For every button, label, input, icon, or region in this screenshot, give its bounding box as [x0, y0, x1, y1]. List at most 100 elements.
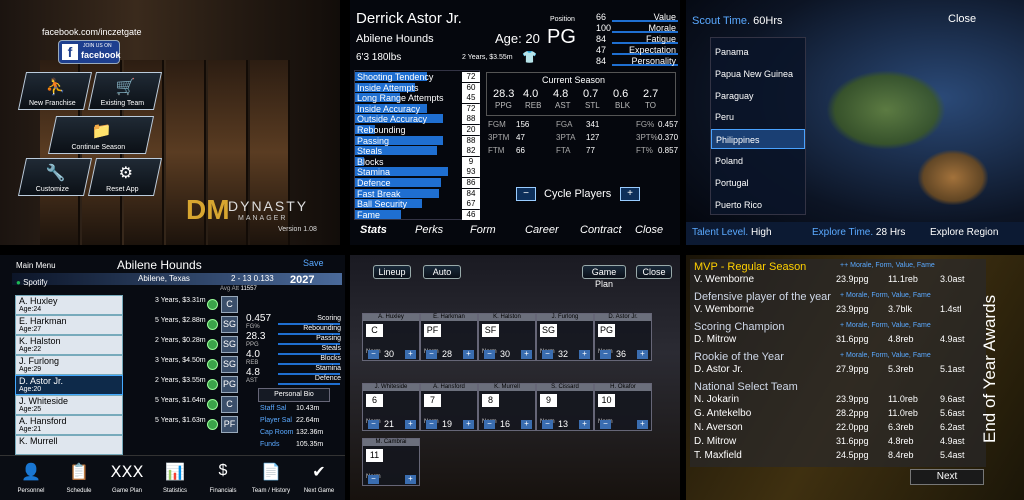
player-slot[interactable]: K. HalstonSFNorm−30+	[478, 313, 536, 361]
plus-button[interactable]: +	[637, 420, 648, 429]
shooting-cell: FG%	[636, 120, 655, 129]
new-franchise-button[interactable]: ⛹ New Franchise	[17, 72, 93, 110]
nav-personnel[interactable]: 👤 Personnel	[8, 456, 54, 500]
minus-button[interactable]: −	[426, 350, 437, 359]
financials-icon: $	[218, 462, 228, 479]
player-contract: 2 Years, $3.55m	[155, 377, 206, 384]
roster-row[interactable]: K. Murrell	[15, 435, 243, 455]
plus-button[interactable]: +	[463, 350, 474, 359]
tab-stats[interactable]: Stats	[360, 224, 387, 236]
skill-value: 88	[462, 135, 480, 146]
finance-label: Staff Sal	[260, 405, 287, 412]
roster-row[interactable]: K. Halston Age:22 2 Years, $0.28m SG	[15, 335, 243, 355]
customize-button[interactable]: 🔧 Customize	[17, 158, 93, 196]
country-item[interactable]: Portugal	[711, 173, 805, 193]
personal-bio-button[interactable]: Personal Bio	[258, 388, 330, 402]
player-name: Derrick Astor Jr.	[356, 10, 462, 27]
plus-button[interactable]: +	[637, 350, 648, 359]
minus-button[interactable]: −	[368, 475, 379, 484]
cycle-prev-button[interactable]: −	[516, 187, 536, 201]
reset-app-button[interactable]: ⚙ Reset App	[87, 158, 163, 196]
minus-button[interactable]: −	[542, 420, 553, 429]
continue-season-button[interactable]: 📁 Continue Season	[47, 116, 155, 154]
country-item[interactable]: Papua New Guinea	[711, 64, 805, 84]
roster-row[interactable]: A. Hansford Age:21 5 Years, $1.63m PF	[15, 415, 243, 435]
close-button[interactable]: Close	[636, 265, 672, 279]
country-item[interactable]: Poland	[711, 151, 805, 171]
player-slot[interactable]: J. FurlongSGNorm−32+	[536, 313, 594, 361]
explore-region-button[interactable]: Explore Region	[930, 227, 998, 238]
award-stat: 6.3reb	[888, 422, 914, 432]
auto-button[interactable]: Auto	[423, 265, 461, 279]
roster-row[interactable]: E. Harkman Age:27 5 Years, $2.88m SG	[15, 315, 243, 335]
country-item[interactable]: Paraguay	[711, 86, 805, 106]
plus-button[interactable]: +	[521, 420, 532, 429]
minus-button[interactable]: −	[368, 420, 379, 429]
spotify-icon[interactable]: ● Spotify	[16, 278, 48, 287]
cycle-next-button[interactable]: +	[620, 187, 640, 201]
nav-team-history[interactable]: 📄 Team / History	[248, 456, 294, 500]
player-slot[interactable]: M. Cambrai11Norm−+	[362, 438, 420, 486]
save-button[interactable]: Save	[303, 258, 324, 268]
player-slot[interactable]: A. HuxleyCNorm−30+	[362, 313, 420, 361]
basketball-icon: ⛹	[45, 79, 66, 96]
new-franchise-label: New Franchise	[28, 100, 76, 107]
player-slot[interactable]: E. HarkmanPFNorm−28+	[420, 313, 478, 361]
player-slot[interactable]: H. Okafor10Norm−+	[594, 383, 652, 431]
player-slot[interactable]: K. Murrell8Norm−16+	[478, 383, 536, 431]
roster-row[interactable]: J. Whiteside Age:25 5 Years, $1.64m C	[15, 395, 243, 415]
plus-button[interactable]: +	[521, 350, 532, 359]
next-button[interactable]: Next	[910, 469, 984, 485]
player-slot[interactable]: J. Whiteside6Norm−21+	[362, 383, 420, 431]
plus-button[interactable]: +	[405, 475, 416, 484]
plus-button[interactable]: +	[405, 350, 416, 359]
player-slot[interactable]: S. Cissard9Norm−13+	[536, 383, 594, 431]
tab-contract[interactable]: Contract	[580, 224, 622, 236]
minus-button[interactable]: −	[484, 350, 495, 359]
tab-close[interactable]: Close	[635, 224, 663, 236]
country-item[interactable]: Philippines	[711, 129, 805, 150]
tab-perks[interactable]: Perks	[415, 224, 443, 236]
game-plan-button[interactable]: Game Plan	[582, 265, 626, 289]
plus-button[interactable]: +	[579, 420, 590, 429]
season-stat-value: 0.7	[583, 88, 599, 100]
roster-row[interactable]: A. Huxley Age:24 3 Years, $3.31m C	[15, 295, 243, 315]
nav-financials[interactable]: $ Financials	[200, 456, 246, 500]
facebook-url[interactable]: facebook.com/inczetgate	[42, 27, 142, 37]
player-slot[interactable]: A. Hansford7Norm−19+	[420, 383, 478, 431]
minus-button[interactable]: −	[368, 350, 379, 359]
plus-button[interactable]: +	[579, 350, 590, 359]
minus-button[interactable]: −	[542, 350, 553, 359]
award-stat: 11.0reb	[888, 394, 918, 404]
minus-button[interactable]: −	[600, 350, 611, 359]
main-menu-button[interactable]: Main Menu	[16, 261, 56, 270]
player-slot[interactable]: D. Astor Jr.PGNorm−36+	[594, 313, 652, 361]
nav-statistics[interactable]: 📊 Statistics	[152, 456, 198, 500]
plus-button[interactable]: +	[405, 420, 416, 429]
land-mass	[826, 70, 946, 150]
plus-button[interactable]: +	[463, 420, 474, 429]
roster-row[interactable]: D. Astor Jr. Age:20 2 Years, $3.55m PG	[15, 375, 243, 395]
nav-schedule[interactable]: 📋 Schedule	[56, 456, 102, 500]
existing-team-button[interactable]: 🛒 Existing Team	[87, 72, 163, 110]
nav-game-plan[interactable]: ⅩⅩⅩ Game Plan	[104, 456, 150, 500]
facebook-icon: f	[62, 44, 78, 60]
nav-next-game[interactable]: ✔ Next Game	[296, 456, 342, 500]
country-item[interactable]: Panama	[711, 42, 805, 62]
lineup-button[interactable]: Lineup	[373, 265, 411, 279]
minus-button[interactable]: −	[484, 420, 495, 429]
country-item[interactable]: Puerto Rico	[711, 195, 805, 215]
minus-button[interactable]: −	[426, 420, 437, 429]
slot-name: M. Cambrai	[363, 439, 419, 446]
talent-level-value: High	[750, 227, 772, 238]
minus-button[interactable]: −	[600, 420, 611, 429]
tab-form[interactable]: Form	[470, 224, 496, 236]
facebook-button[interactable]: f JOIN US ON facebook	[58, 40, 121, 64]
shooting-cell: 77	[586, 146, 595, 155]
country-item[interactable]: Peru	[711, 107, 805, 127]
close-button[interactable]: Close	[948, 13, 976, 25]
roster-row[interactable]: J. Furlong Age:29 3 Years, $4.50m SG	[15, 355, 243, 375]
player-name: A. Huxley	[19, 296, 58, 306]
tab-career[interactable]: Career	[525, 224, 559, 236]
skill-value: 84	[462, 188, 480, 199]
